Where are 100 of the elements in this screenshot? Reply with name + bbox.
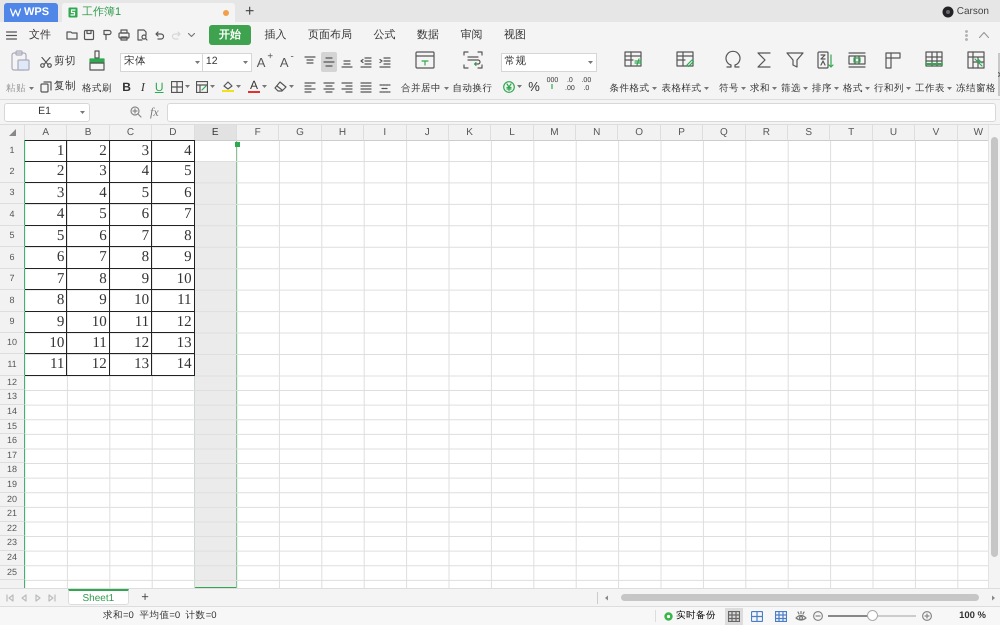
ribbon-tab[interactable]: 公式: [365, 24, 404, 46]
font-size-field[interactable]: 12: [202, 52, 252, 72]
column-header[interactable]: B: [67, 125, 110, 141]
row-header[interactable]: 10: [0, 332, 25, 354]
column-header[interactable]: F: [236, 125, 280, 141]
row-header[interactable]: 4: [0, 204, 25, 226]
column-header[interactable]: C: [110, 125, 152, 141]
formula-input[interactable]: [166, 102, 996, 122]
row-header[interactable]: 17: [0, 448, 25, 464]
row-header[interactable]: 1: [0, 140, 25, 162]
column-header[interactable]: W: [958, 125, 988, 141]
column-header[interactable]: T: [830, 125, 873, 141]
ribbon-button[interactable]: 筛选: [779, 50, 810, 96]
selected-column[interactable]: [194, 140, 238, 588]
save-icon[interactable]: [83, 29, 96, 41]
ribbon-button[interactable]: 求和: [748, 50, 779, 96]
ribbon-button[interactable]: 条件格式: [608, 50, 660, 96]
add-sheet-button[interactable]: +: [135, 590, 155, 605]
column-header[interactable]: J: [406, 125, 449, 141]
row-header[interactable]: 9: [0, 312, 25, 333]
format-painter-button[interactable]: 格式刷: [80, 50, 114, 96]
column-header[interactable]: R: [746, 125, 788, 141]
row-header[interactable]: 14: [0, 405, 25, 420]
scroll-right-icon[interactable]: [990, 594, 996, 600]
zoom-icon[interactable]: [130, 106, 142, 118]
ribbon-tab[interactable]: 审阅: [452, 24, 490, 46]
brush-icon[interactable]: [100, 29, 113, 41]
fill-handle[interactable]: [234, 142, 240, 147]
print-icon[interactable]: [118, 29, 130, 41]
column-header[interactable]: P: [660, 125, 704, 141]
file-menu[interactable]: 文件: [25, 24, 55, 46]
row-header[interactable]: 21: [0, 507, 25, 522]
merge-center-button[interactable]: 合并居中: [398, 50, 450, 96]
name-box[interactable]: E1: [4, 102, 90, 122]
avatar-icon[interactable]: [942, 6, 954, 18]
app-tab[interactable]: WPS: [4, 3, 58, 22]
scrollbar-thumb[interactable]: [991, 137, 998, 557]
row-header[interactable]: 3: [0, 182, 25, 204]
ribbon-button[interactable]: 符号: [717, 50, 748, 96]
font-style-button[interactable]: B: [120, 76, 134, 97]
column-header[interactable]: V: [915, 125, 958, 141]
undo-icon[interactable]: [153, 29, 166, 41]
row-header[interactable]: 6: [0, 247, 25, 269]
row-header[interactable]: 12: [0, 376, 25, 390]
column-header[interactable]: S: [788, 125, 830, 141]
wrap-text-button[interactable]: 自动换行: [450, 50, 494, 96]
column-header[interactable]: A: [25, 125, 68, 141]
percent-button[interactable]: %: [526, 76, 542, 96]
ribbon-button[interactable]: 格式: [841, 50, 872, 96]
print-preview-icon[interactable]: [136, 29, 148, 41]
vertical-scrollbar[interactable]: [988, 125, 1000, 588]
row-header[interactable]: 5: [0, 226, 25, 248]
more-icon[interactable]: [964, 30, 968, 40]
row-header[interactable]: 13: [0, 390, 25, 405]
column-header[interactable]: G: [279, 125, 322, 141]
user-name[interactable]: Carson: [956, 4, 989, 20]
ribbon-button[interactable]: 工作表: [913, 50, 954, 96]
font-style-button[interactable]: I: [136, 76, 150, 97]
row-header[interactable]: 11: [0, 354, 25, 376]
open-folder-icon[interactable]: [66, 29, 78, 41]
font-color-button[interactable]: A: [246, 76, 269, 97]
row-header[interactable]: 19: [0, 478, 25, 493]
cut-button[interactable]: 剪切: [38, 52, 78, 72]
slider-thumb[interactable]: [867, 610, 878, 621]
row-header[interactable]: 24: [0, 550, 25, 566]
column-header[interactable]: E: [194, 125, 237, 141]
copy-button[interactable]: 复制: [38, 76, 78, 97]
vertical-align-button[interactable]: [320, 52, 336, 72]
column-header[interactable]: O: [618, 125, 661, 141]
active-cell[interactable]: [195, 141, 236, 162]
row-header[interactable]: 18: [0, 463, 25, 478]
row-header[interactable]: 15: [0, 420, 25, 434]
column-header[interactable]: M: [534, 125, 576, 141]
select-all-icon[interactable]: [8, 129, 16, 136]
customize-caret-icon[interactable]: [188, 33, 196, 37]
row-header[interactable]: 2: [0, 161, 25, 183]
backup-button[interactable]: 实时备份: [661, 608, 720, 624]
new-tab-button[interactable]: +: [239, 4, 260, 22]
sheet-tab[interactable]: Sheet1: [68, 589, 130, 605]
menu-icon[interactable]: [6, 30, 17, 40]
column-header[interactable]: I: [364, 125, 407, 141]
scroll-left-icon[interactable]: [604, 594, 609, 600]
row-header[interactable]: 23: [0, 536, 25, 551]
ribbon-tab[interactable]: 页面布局: [300, 24, 360, 46]
column-header[interactable]: D: [152, 125, 195, 141]
row-header[interactable]: 22: [0, 522, 25, 536]
font-name-field[interactable]: 宋体: [120, 52, 204, 72]
zoom-out-icon[interactable]: [812, 611, 823, 621]
column-header[interactable]: L: [491, 125, 534, 141]
column-header[interactable]: K: [448, 125, 492, 141]
ribbon-tab[interactable]: 视图: [496, 24, 534, 46]
zoom-in-icon[interactable]: [922, 611, 932, 621]
row-header[interactable]: 16: [0, 434, 25, 449]
ribbon-button[interactable]: 表格样式: [659, 50, 711, 96]
row-header[interactable]: 25: [0, 566, 25, 580]
view-button[interactable]: [724, 608, 743, 624]
number-format-field[interactable]: 常规: [500, 52, 596, 72]
ribbon-tab[interactable]: 数据: [408, 24, 447, 46]
row-header[interactable]: 8: [0, 290, 25, 312]
column-header[interactable]: U: [872, 125, 916, 141]
